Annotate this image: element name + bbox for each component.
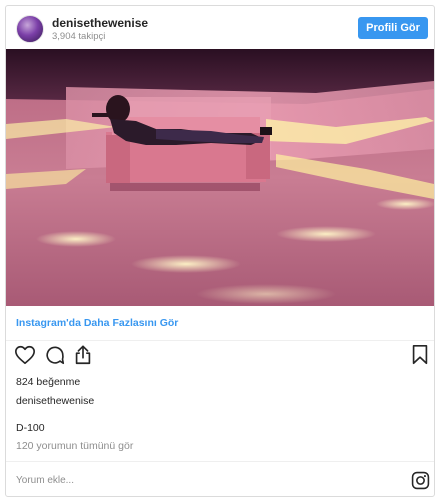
- share-icon[interactable]: [72, 344, 94, 366]
- avatar[interactable]: [16, 15, 44, 43]
- like-count[interactable]: 824 beğenme: [16, 376, 80, 388]
- username[interactable]: denisethewenise: [52, 16, 148, 30]
- comment-bubble-icon[interactable]: [44, 344, 66, 366]
- post-author[interactable]: denisethewenise: [16, 395, 94, 407]
- post-photo[interactable]: [6, 49, 434, 306]
- bookmark-icon[interactable]: [410, 344, 430, 366]
- action-bar: [6, 344, 434, 374]
- follower-count: 3,904 takipçi: [52, 31, 106, 42]
- post-caption: D-100: [16, 422, 45, 434]
- comment-bar: [6, 461, 434, 496]
- view-profile-button[interactable]: Profili Gör: [358, 17, 428, 39]
- instagram-logo-icon[interactable]: [411, 471, 430, 490]
- view-more-label[interactable]: Instagram'da Daha Fazlasını Gör: [16, 317, 178, 329]
- view-all-comments-link[interactable]: 120 yorumun tümünü gör: [16, 440, 133, 452]
- comment-input[interactable]: [12, 471, 390, 489]
- view-more-on-instagram-link[interactable]: Instagram'da Daha Fazlasını Gör: [6, 306, 434, 341]
- heart-icon[interactable]: [14, 344, 36, 366]
- post-header: denisethewenise 3,904 takipçi Profili Gö…: [6, 6, 434, 49]
- instagram-embed-card: denisethewenise 3,904 takipçi Profili Gö…: [5, 5, 435, 497]
